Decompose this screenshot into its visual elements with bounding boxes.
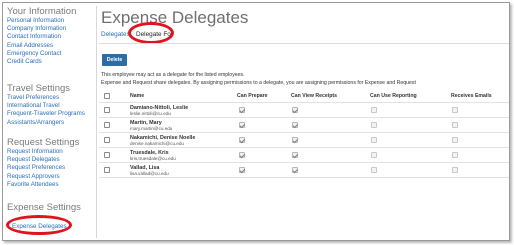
column-header-can-prepare: Can Prepare [237,93,268,99]
sidebar-section-title: Expense Settings [7,202,81,213]
main-panel: Expense Delegates Delegates Delegate For… [99,3,509,240]
receives-emails-checkbox[interactable] [452,167,458,173]
can-use-reporting-checkbox[interactable] [371,122,377,128]
sidebar-section-title: Request Settings [7,137,80,148]
sidebar-item-assistants-arrangers[interactable]: Assistants/Arrangers [7,119,85,127]
sidebar-item-credit-cards[interactable]: Credit Cards [7,58,76,66]
sidebar-item-email-addresses[interactable]: Email Addresses [7,42,76,50]
delegate-email: lisa.vallad@cu.edu [130,171,169,176]
can-prepare-checkbox[interactable] [239,152,245,158]
sidebar-item-expense-delegates[interactable]: Expense Delegates [12,223,67,230]
sidebar-item-personal-information[interactable]: Personal Information [7,17,76,25]
sidebar-item-request-approvers[interactable]: Request Approvers [7,173,79,181]
row-select-checkbox[interactable] [104,122,110,128]
row-select-checkbox[interactable] [104,152,110,158]
column-header-name: Name [130,93,145,99]
window-frame: Your Information Personal Information Co… [2,2,510,241]
receives-emails-checkbox[interactable] [452,107,458,113]
can-view-receipts-checkbox[interactable] [292,137,298,143]
sidebar-section-title: Travel Settings [7,83,71,94]
can-view-receipts-checkbox[interactable] [292,167,298,173]
column-header-receives-emails: Receives Emails [451,93,492,99]
column-header-can-view-receipts: Can View Receipts [291,93,338,99]
delegate-email: mary.martin@cu.edu [130,126,173,131]
can-prepare-checkbox[interactable] [239,107,245,113]
sidebar-item-contact-information[interactable]: Contact Information [7,33,76,41]
select-all-checkbox[interactable] [104,93,110,99]
page-title: Expense Delegates [101,8,249,27]
receives-emails-checkbox[interactable] [452,137,458,143]
can-use-reporting-checkbox[interactable] [371,107,377,113]
tab-delegate-for[interactable]: Delegate For [136,31,173,38]
can-use-reporting-checkbox[interactable] [371,152,377,158]
can-prepare-checkbox[interactable] [239,122,245,128]
info-text-line-1: This employee may act as a delegate for … [101,72,245,78]
sidebar-item-company-information[interactable]: Company Information [7,25,76,33]
receives-emails-checkbox[interactable] [452,152,458,158]
can-use-reporting-checkbox[interactable] [371,137,377,143]
sidebar-item-favorite-attendees[interactable]: Favorite Attendees [7,181,79,189]
sidebar-item-emergency-contact[interactable]: Emergency Contact [7,50,76,58]
sidebar-item-request-preferences[interactable]: Request Preferences [7,164,79,172]
can-view-receipts-checkbox[interactable] [292,152,298,158]
column-header-can-use-reporting: Can Use Reporting [370,93,417,99]
table-header-row: Name Can Prepare Can View Receipts Can U… [99,89,509,103]
can-use-reporting-checkbox[interactable] [371,167,377,173]
table-row: Vallad, Lisa lisa.vallad@cu.edu [99,163,509,178]
sidebar-divider [96,6,97,238]
sidebar-item-international-travel[interactable]: International Travel [7,102,85,110]
sidebar-section-travel-settings: Travel Settings Travel Preferences Inter… [7,83,85,127]
sidebar-item-request-delegates[interactable]: Request Delegates [7,156,79,164]
table-row: Nakamichi, Denise Noelle denise.nakamich… [99,133,509,148]
can-view-receipts-checkbox[interactable] [292,122,298,128]
delete-button[interactable]: Delete [102,54,127,66]
table-row: Damiano-Nittoli, Leslie leslie.nittoli@c… [99,103,509,118]
row-select-checkbox[interactable] [104,167,110,173]
sidebar-item-request-information[interactable]: Request Information [7,148,79,156]
sidebar-section-expense-settings: Expense Settings [7,202,81,213]
can-prepare-checkbox[interactable] [239,167,245,173]
sidebar-section-your-information: Your Information Personal Information Co… [7,6,76,66]
table-row: Martin, Mary mary.martin@cu.edu [99,118,509,133]
sidebar: Your Information Personal Information Co… [6,6,95,238]
delegate-table: Name Can Prepare Can View Receipts Can U… [99,89,509,178]
sidebar-item-travel-preferences[interactable]: Travel Preferences [7,94,85,102]
table-body: Damiano-Nittoli, Leslie leslie.nittoli@c… [99,103,509,178]
receives-emails-checkbox[interactable] [452,122,458,128]
can-prepare-checkbox[interactable] [239,137,245,143]
sidebar-section-title: Your Information [7,6,77,17]
tabs-divider [99,43,509,44]
row-select-checkbox[interactable] [104,107,110,113]
delegate-email: denise.nakamichi@cu.edu [130,141,184,146]
sidebar-item-frequent-traveler-programs[interactable]: Frequent-Traveler Programs [7,110,85,118]
can-view-receipts-checkbox[interactable] [292,107,298,113]
table-row: Truesdale, Kris kris.truesdale@cu.edu [99,148,509,163]
info-text-line-2: Expense and Request share delegates. By … [101,80,416,86]
delegate-email: leslie.nittoli@cu.edu [130,111,171,116]
delegate-email: kris.truesdale@cu.edu [130,156,176,161]
tab-delegates[interactable]: Delegates [101,31,130,38]
sidebar-section-request-settings: Request Settings Request Information Req… [7,137,79,189]
row-select-checkbox[interactable] [104,137,110,143]
